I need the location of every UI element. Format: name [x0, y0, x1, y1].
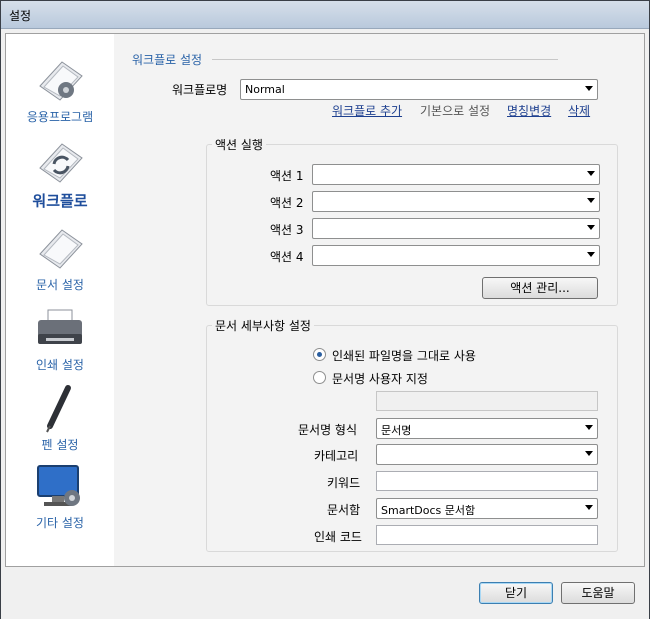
section-divider	[212, 59, 558, 60]
chevron-down-icon	[585, 86, 593, 91]
chevron-down-icon	[585, 505, 593, 510]
action-4-label: 액션 4	[270, 250, 304, 264]
use-printed-name-radio[interactable]	[313, 348, 326, 361]
settings-content: 워크플로 설정 워크플로명 Normal 워크플로 추가 기본으로 설정 명칭변…	[114, 34, 644, 566]
sidebar-item-label: 문서 설정	[36, 278, 84, 292]
set-default-link[interactable]: 기본으로 설정	[420, 102, 490, 119]
workflow-name-value: Normal	[245, 83, 285, 96]
chevron-down-icon	[585, 451, 593, 456]
action-1-combo[interactable]	[312, 164, 600, 185]
chevron-down-icon	[585, 425, 593, 430]
name-format-value: 문서명	[381, 424, 412, 437]
doc-details-group-title: 문서 세부사항 설정	[212, 317, 314, 334]
section-title-workflow: 워크플로 설정	[132, 53, 203, 67]
monitor-settings-icon	[37, 465, 80, 506]
action-3-combo[interactable]	[312, 218, 600, 239]
use-printed-name-label[interactable]: 인쇄된 파일명을 그대로 사용	[332, 347, 476, 364]
docbox-label: 문서함	[327, 503, 361, 517]
sidebar-item-workflow[interactable]: 워크플로	[6, 138, 114, 211]
rename-link[interactable]: 명칭변경	[507, 102, 551, 119]
application-icon	[39, 61, 83, 101]
category-label: 카테고리	[314, 449, 359, 463]
category-combo[interactable]	[376, 444, 598, 465]
sidebar-item-label: 워크플로	[32, 192, 88, 210]
docbox-combo[interactable]: SmartDocs 문서함	[376, 498, 598, 519]
sidebar-item-label: 기타 설정	[36, 516, 84, 530]
action-2-combo[interactable]	[312, 191, 600, 212]
custom-name-label[interactable]: 문서명 사용자 지정	[332, 370, 428, 387]
keyword-label: 키워드	[327, 476, 361, 490]
sidebar-item-application[interactable]: 응용프로그램	[6, 56, 114, 125]
dialog-footer: 닫기 도움말	[1, 569, 649, 619]
chevron-down-icon	[587, 198, 595, 203]
name-format-label: 문서명 형식	[298, 423, 358, 437]
sidebar-item-label: 응용프로그램	[26, 110, 94, 124]
sidebar: 응용프로그램 워크플로 문서 설정 인쇄 설정 펜 설정 기타 설정	[6, 34, 114, 566]
delete-link[interactable]: 삭제	[568, 102, 590, 119]
print-code-input[interactable]	[376, 525, 598, 545]
sidebar-item-other[interactable]: 기타 설정	[6, 462, 114, 531]
docbox-value: SmartDocs 문서함	[381, 504, 476, 517]
client-area: 응용프로그램 워크플로 문서 설정 인쇄 설정 펜 설정 기타 설정 워크플로 …	[5, 33, 645, 567]
help-button[interactable]: 도움말	[561, 582, 635, 604]
printer-icon	[38, 309, 82, 344]
title-bar[interactable]: 설정	[1, 1, 649, 29]
sidebar-item-document[interactable]: 문서 설정	[6, 224, 114, 293]
sidebar-item-pen[interactable]: 펜 설정	[6, 384, 114, 453]
pen-icon	[46, 385, 71, 433]
action-4-combo[interactable]	[312, 245, 600, 266]
workflow-name-combo[interactable]: Normal	[240, 79, 598, 100]
chevron-down-icon	[587, 225, 595, 230]
close-button[interactable]: 닫기	[479, 582, 553, 604]
action-3-label: 액션 3	[270, 223, 304, 237]
sidebar-item-label: 펜 설정	[41, 438, 79, 452]
name-format-combo[interactable]: 문서명	[376, 418, 598, 439]
workflow-name-label: 워크플로명	[172, 83, 228, 97]
window-title: 설정	[9, 9, 32, 23]
custom-name-radio[interactable]	[313, 371, 326, 384]
action-2-label: 액션 2	[270, 196, 304, 210]
manage-actions-button[interactable]: 액션 관리...	[482, 277, 598, 299]
print-code-label: 인쇄 코드	[314, 530, 362, 544]
action-1-label: 액션 1	[270, 169, 304, 183]
document-icon	[39, 229, 83, 269]
add-workflow-link[interactable]: 워크플로 추가	[332, 102, 402, 119]
workflow-icon	[39, 143, 83, 183]
settings-window: 설정 응용프로그램 워크플로 문서 설정 인쇄 설정 펜 설정 기타 설정 워크…	[0, 0, 650, 619]
keyword-input[interactable]	[376, 471, 598, 491]
chevron-down-icon	[587, 252, 595, 257]
sidebar-item-label: 인쇄 설정	[36, 358, 84, 372]
sidebar-item-print[interactable]: 인쇄 설정	[6, 304, 114, 373]
chevron-down-icon	[587, 171, 595, 176]
custom-name-input[interactable]	[376, 391, 598, 411]
actions-group-title: 액션 실행	[212, 136, 266, 153]
